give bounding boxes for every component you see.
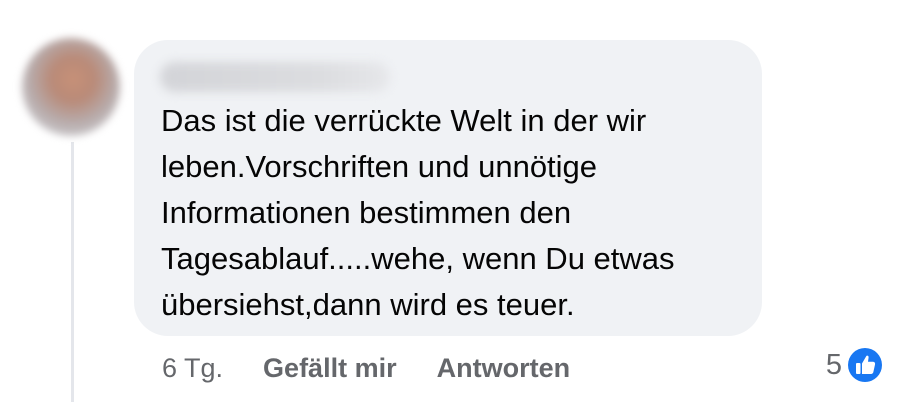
like-icon-cuff [856,363,861,374]
reaction-summary[interactable]: 5 [826,345,882,385]
comment-thread: g Das ist die verrückte Welt in der wir … [0,0,900,402]
reply-button[interactable]: Antworten [437,353,570,384]
reaction-count: 5 [825,348,842,381]
comment-timestamp[interactable]: 6 Tg. [162,353,223,384]
comment-bubble: Das ist die verrückte Welt in der wir le… [134,40,762,336]
like-icon [848,348,882,382]
comment-actions: 6 Tg. Gefällt mir Antworten [162,348,610,388]
like-button[interactable]: Gefällt mir [263,353,397,384]
comment-text: Das ist die verrückte Welt in der wir le… [161,103,675,322]
avatar[interactable] [22,38,120,136]
author-name-blurred[interactable] [160,62,390,92]
thread-connector-line [71,142,74,402]
